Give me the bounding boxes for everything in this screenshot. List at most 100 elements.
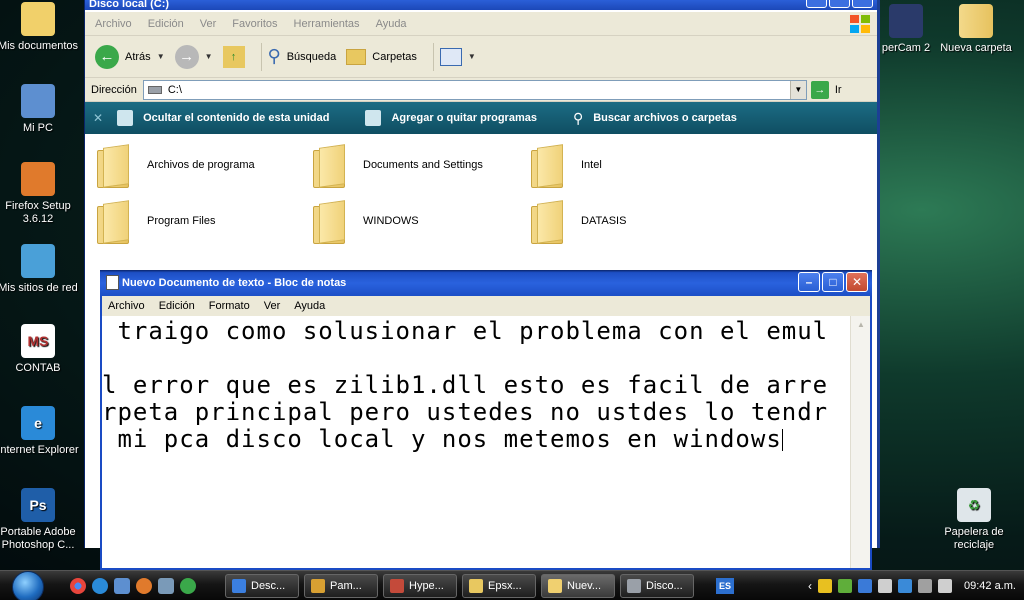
explorer-titlebar[interactable]: Disco local (C:)	[85, 0, 877, 10]
folder-item[interactable]: Intel	[531, 144, 602, 188]
close-button[interactable]	[852, 0, 873, 8]
task-hide-drive-contents[interactable]: Ocultar el contenido de esta unidad	[117, 110, 329, 126]
toolbar-divider	[260, 42, 262, 71]
taskbar-button[interactable]: Nuev...	[541, 573, 615, 598]
desktop-icon-webcam[interactable]: perCam 2	[880, 4, 932, 55]
system-tray: ‹ 09:42 a.m.	[808, 571, 1016, 600]
search-button[interactable]: ⚲ Búsqueda	[268, 46, 337, 67]
language-indicator[interactable]: ES	[716, 577, 734, 594]
chevron-down-icon: ▼	[156, 52, 165, 61]
folder-item[interactable]: Documents and Settings	[313, 144, 483, 188]
folder-icon	[313, 144, 351, 188]
notepad-menu-item[interactable]: Ver	[264, 300, 281, 312]
desktop-icon[interactable]: Mi PC	[0, 84, 80, 135]
taskbar-button[interactable]: Epsx...	[462, 573, 536, 598]
show-desktop-icon[interactable]	[114, 577, 130, 594]
folder-item[interactable]: Archivos de programa	[97, 144, 255, 188]
maximize-button[interactable]: □	[822, 272, 844, 292]
explorer-title: Disco local (C:)	[89, 0, 170, 10]
notepad-titlebar[interactable]: Nuevo Documento de texto - Bloc de notas…	[100, 270, 872, 296]
network-icon[interactable]	[158, 577, 174, 594]
desktop-icon[interactable]: Mis sitios de red	[0, 244, 80, 295]
antivirus-icon[interactable]	[858, 579, 873, 593]
minimize-button[interactable]: –	[798, 272, 820, 292]
explorer-menu-item[interactable]: Favoritos	[232, 18, 277, 30]
maximize-button[interactable]	[829, 0, 850, 8]
start-button[interactable]	[8, 570, 48, 600]
notepad-text-area[interactable]: traigo como solusionar el problema con e…	[102, 316, 850, 568]
back-button[interactable]: ← Atrás ▼	[95, 44, 165, 69]
task-add-remove-programs[interactable]: Agregar o quitar programas	[365, 110, 537, 126]
chrome-icon[interactable]	[70, 577, 86, 594]
explorer-menu-item[interactable]: Ver	[200, 18, 217, 30]
explorer-menu-item[interactable]: Herramientas	[294, 18, 360, 30]
desktop-icon[interactable]: MS CONTAB	[0, 324, 80, 375]
desktop-icon-label: Mi PC	[23, 122, 53, 134]
close-button[interactable]: ✕	[846, 272, 868, 292]
scroll-up-icon[interactable]: ▲	[851, 316, 871, 333]
search-label: Búsqueda	[286, 50, 337, 63]
security-shield-icon[interactable]	[818, 579, 833, 593]
taskbar-button[interactable]: Pam...	[304, 573, 378, 598]
minimize-button[interactable]	[806, 0, 827, 8]
taskbar-button[interactable]: Hype...	[383, 573, 457, 598]
folder-label: Intel	[581, 159, 602, 171]
desktop-icon[interactable]: e Internet Explorer	[0, 406, 80, 457]
notepad-menu-item[interactable]: Edición	[159, 300, 195, 312]
notepad-menu-item[interactable]: Ayuda	[294, 300, 325, 312]
desktop-icon-recycle-bin[interactable]: ♻ Papelera de reciclaje	[932, 488, 1016, 552]
desktop-icon-label: Nueva carpeta	[940, 42, 1012, 54]
taskbar-button-label: Disco...	[646, 579, 683, 592]
chevron-down-icon: ▼	[467, 52, 476, 61]
notepad-icon	[106, 275, 119, 290]
notepad-menu-item[interactable]: Formato	[209, 300, 250, 312]
explorer-menu-item[interactable]: Edición	[148, 18, 184, 30]
update-icon[interactable]	[918, 579, 933, 593]
notepad-menu-item[interactable]: Archivo	[108, 300, 145, 312]
views-button[interactable]: ▼	[439, 47, 476, 66]
up-folder-icon: ↑	[222, 45, 245, 68]
clock[interactable]: 09:42 a.m.	[964, 580, 1016, 592]
folders-label: Carpetas	[372, 50, 417, 63]
messenger-icon[interactable]	[180, 577, 196, 594]
back-arrow-icon: ←	[95, 44, 119, 69]
desktop-icon-nueva-carpeta[interactable]: Nueva carpeta	[934, 4, 1018, 55]
volume-icon[interactable]	[878, 579, 893, 593]
up-folder-button[interactable]: ↑	[222, 45, 245, 68]
forward-arrow-icon: →	[174, 44, 199, 69]
task-label: Ocultar el contenido de esta unidad	[143, 112, 330, 124]
folder-icon	[97, 144, 135, 188]
desktop-app-icon	[21, 244, 55, 278]
desktop-icon[interactable]: Mis documentos	[0, 2, 80, 53]
address-input[interactable]: C:\ ▼	[142, 79, 807, 100]
folder-label: WINDOWS	[363, 215, 419, 227]
firefox-icon[interactable]	[136, 577, 152, 594]
forward-button[interactable]: → ▼	[174, 44, 213, 69]
signal-icon[interactable]	[838, 579, 853, 593]
windows-logo-icon	[850, 15, 870, 33]
task-search-files[interactable]: ⚲ Buscar archivos o carpetas	[573, 110, 737, 127]
taskbar-button[interactable]: Desc...	[225, 573, 299, 598]
monitor-icon[interactable]	[898, 579, 913, 593]
explorer-menu-item[interactable]: Ayuda	[376, 18, 407, 30]
notepad-title: Nuevo Documento de texto - Bloc de notas	[122, 277, 347, 289]
go-button[interactable]: → Ir	[810, 80, 842, 99]
desktop-icon-label: Portable Adobe Photoshop C...	[0, 526, 76, 551]
explorer-menu-item[interactable]: Archivo	[95, 18, 132, 30]
internet-explorer-icon[interactable]	[92, 577, 108, 594]
folder-item[interactable]: DATASIS	[531, 200, 626, 244]
taskbar-button[interactable]: Disco...	[620, 573, 694, 598]
chevron-down-icon[interactable]: ▼	[789, 80, 806, 99]
desktop-icon-label: Firefox Setup 3.6.12	[5, 200, 71, 225]
back-label: Atrás	[125, 50, 151, 63]
search-icon: ⚲	[572, 109, 584, 126]
folders-button[interactable]: Carpetas	[346, 48, 417, 65]
network-status-icon[interactable]	[938, 579, 953, 593]
folder-item[interactable]: WINDOWS	[313, 200, 419, 244]
desktop-icon[interactable]: Firefox Setup 3.6.12	[0, 162, 80, 226]
folder-item[interactable]: Program Files	[97, 200, 215, 244]
vertical-scrollbar[interactable]: ▲	[850, 316, 870, 568]
desktop-icon[interactable]: Ps Portable Adobe Photoshop C...	[0, 488, 80, 552]
close-icon[interactable]: ✕	[93, 111, 103, 125]
chevron-left-icon[interactable]: ‹	[808, 579, 812, 593]
